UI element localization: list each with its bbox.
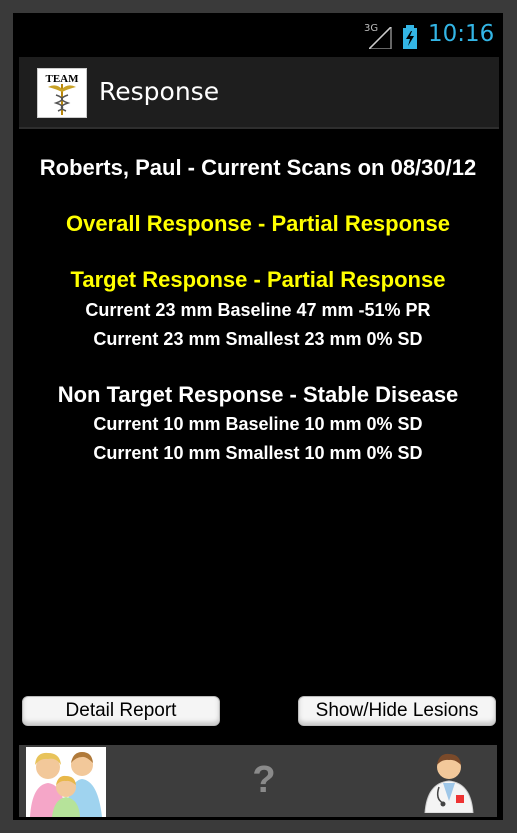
- svg-text:TEAM: TEAM: [46, 73, 80, 85]
- non-target-baseline-line: Current 10 mm Baseline 10 mm 0% SD: [93, 414, 423, 434]
- non-target-response-heading: Non Target Response - Stable Disease: [57, 382, 459, 407]
- page-title: Response: [99, 77, 220, 106]
- patient-scan-header: Roberts, Paul - Current Scans on 08/30/1…: [39, 155, 477, 180]
- target-smallest-line: Current 23 mm Smallest 23 mm 0% SD: [93, 329, 423, 349]
- status-bar: 3G 10:16: [13, 13, 503, 53]
- action-bar: TEAM Response: [19, 57, 499, 129]
- target-response-heading: Target Response - Partial Response: [70, 267, 446, 292]
- app-screen: 3G 10:16 TEAM Response Roberts, Paul - C…: [13, 13, 503, 820]
- patients-button[interactable]: [26, 747, 106, 817]
- clock: 10:16: [428, 21, 495, 47]
- team-logo[interactable]: TEAM: [37, 68, 87, 118]
- signal-icon: [369, 27, 392, 49]
- target-baseline-line: Current 23 mm Baseline 47 mm -51% PR: [85, 300, 431, 320]
- non-target-smallest-line: Current 10 mm Smallest 10 mm 0% SD: [93, 443, 423, 463]
- bottom-nav-bar: ?: [19, 745, 497, 817]
- help-button[interactable]: ?: [244, 759, 284, 803]
- show-hide-lesions-button[interactable]: Show/Hide Lesions: [298, 696, 496, 726]
- family-icon: [30, 752, 102, 817]
- battery-charging-icon: [403, 25, 417, 49]
- doctor-icon: [424, 753, 474, 814]
- help-icon: ?: [252, 759, 276, 801]
- doctor-button[interactable]: [419, 751, 479, 814]
- detail-report-button[interactable]: Detail Report: [22, 696, 220, 726]
- overall-response: Overall Response - Partial Response: [66, 211, 450, 236]
- caduceus-icon: TEAM: [46, 73, 80, 115]
